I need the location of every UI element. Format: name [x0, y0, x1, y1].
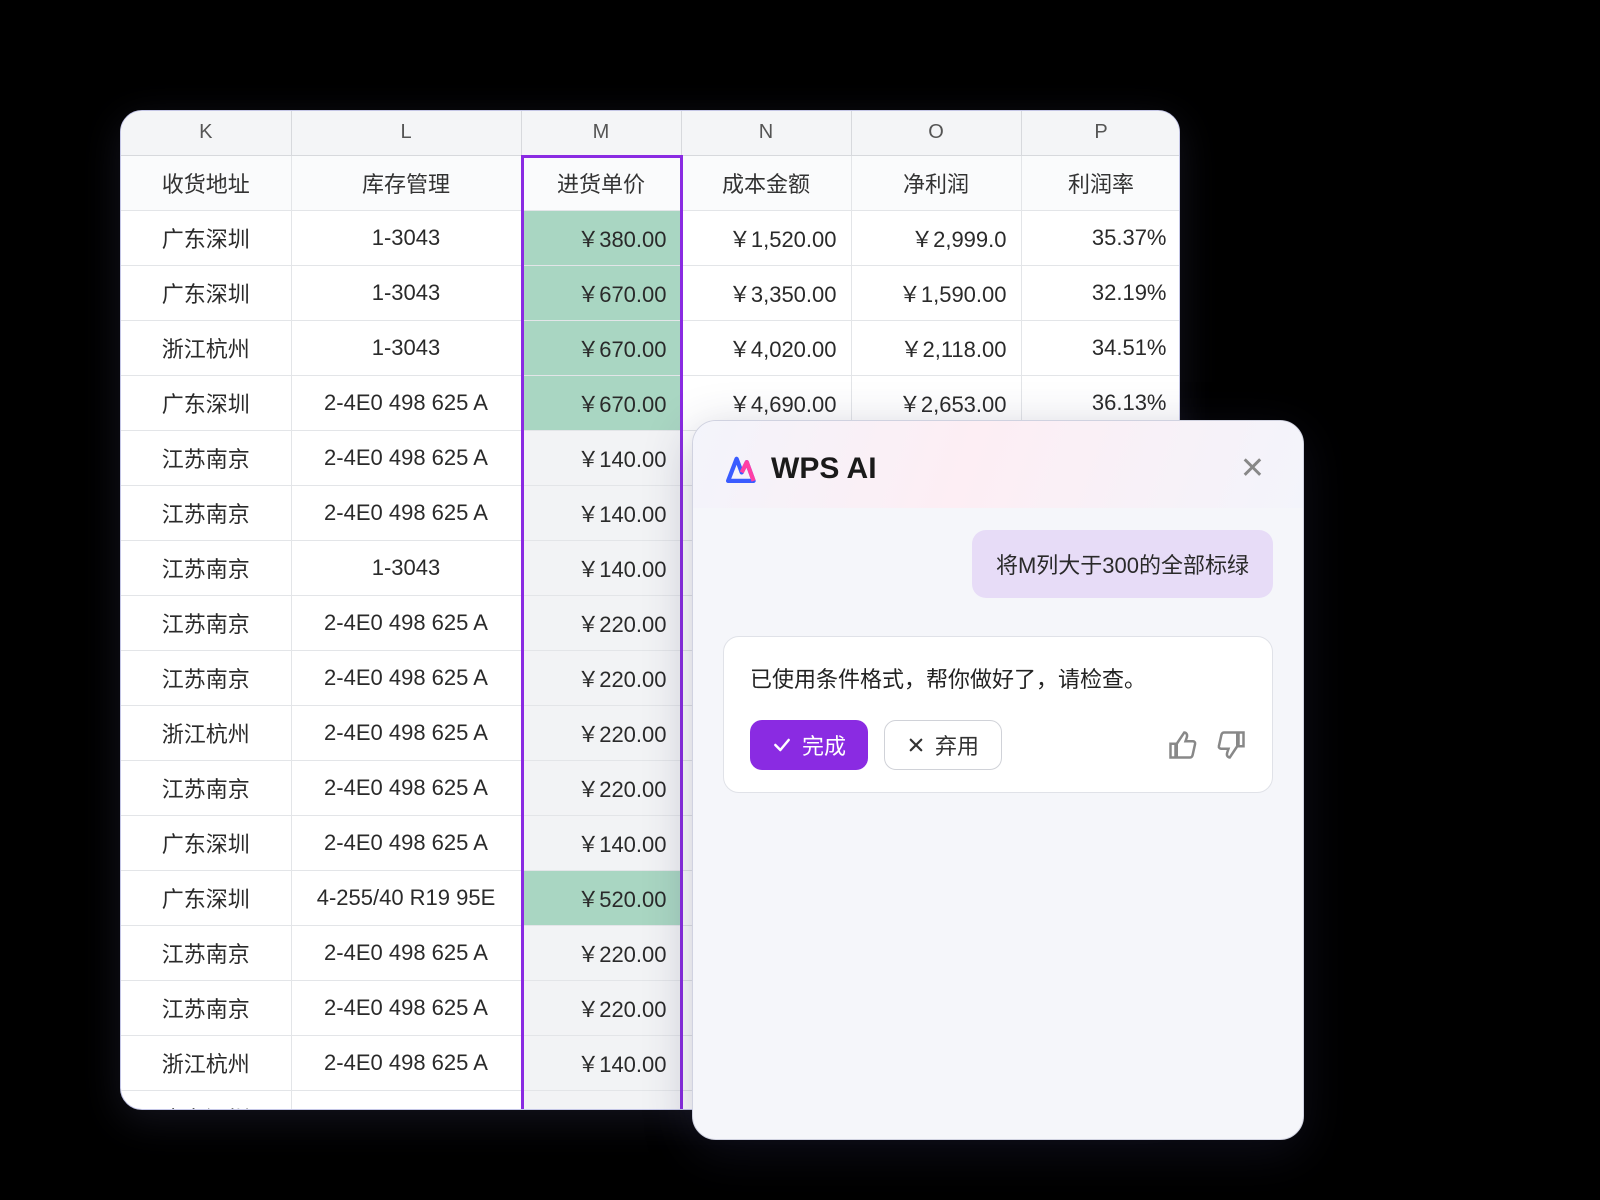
cell-inventory[interactable]: 2-4E0 498 625 A	[291, 595, 521, 650]
ai-reply-text: 已使用条件格式，帮你做好了，请检查。	[750, 663, 1246, 696]
cell-address[interactable]: 广东深圳	[121, 1090, 291, 1110]
check-icon	[772, 735, 792, 755]
cell-unit-price[interactable]: ￥380.00	[521, 210, 681, 265]
header-inventory[interactable]: 库存管理	[291, 155, 521, 210]
x-icon	[907, 736, 925, 754]
header-unit-price[interactable]: 进货单价	[521, 155, 681, 210]
cell-unit-price[interactable]: ￥670.00	[521, 320, 681, 375]
cell-cost[interactable]: ￥4,020.00	[681, 320, 851, 375]
cell-inventory[interactable]: 1-3043	[291, 1090, 521, 1110]
cell-unit-price[interactable]: ￥220.00	[521, 1090, 681, 1110]
cell-unit-price[interactable]: ￥140.00	[521, 815, 681, 870]
cell-inventory[interactable]: 2-4E0 498 625 A	[291, 980, 521, 1035]
cell-inventory[interactable]: 1-3043	[291, 320, 521, 375]
cell-address[interactable]: 江苏南京	[121, 760, 291, 815]
cell-unit-price[interactable]: ￥220.00	[521, 980, 681, 1035]
header-cost[interactable]: 成本金额	[681, 155, 851, 210]
ai-panel-header: WPS AI ✕	[693, 421, 1303, 508]
cell-address[interactable]: 江苏南京	[121, 595, 291, 650]
cell-profit[interactable]: ￥2,999.0	[851, 210, 1021, 265]
thumbs-up-icon[interactable]	[1168, 730, 1198, 760]
thumbs-down-icon[interactable]	[1216, 730, 1246, 760]
col-header-n[interactable]: N	[681, 111, 851, 155]
cell-profit[interactable]: ￥1,590.00	[851, 265, 1021, 320]
ai-title-text: WPS AI	[771, 452, 877, 486]
cell-unit-price[interactable]: ￥520.00	[521, 870, 681, 925]
cell-unit-price[interactable]: ￥220.00	[521, 650, 681, 705]
cell-margin[interactable]: 32.19%	[1021, 265, 1180, 320]
cell-address[interactable]: 广东深圳	[121, 210, 291, 265]
cell-address[interactable]: 江苏南京	[121, 430, 291, 485]
field-header-row: 收货地址 库存管理 进货单价 成本金额 净利润 利润率	[121, 155, 1180, 210]
done-button[interactable]: 完成	[750, 720, 868, 770]
cell-address[interactable]: 广东深圳	[121, 265, 291, 320]
cell-unit-price[interactable]: ￥140.00	[521, 540, 681, 595]
ai-reply-card: 已使用条件格式，帮你做好了，请检查。 完成 弃用	[723, 636, 1273, 793]
cell-address[interactable]: 广东深圳	[121, 375, 291, 430]
cell-unit-price[interactable]: ￥140.00	[521, 1035, 681, 1090]
ai-panel-title: WPS AI	[723, 452, 877, 486]
cell-address[interactable]: 江苏南京	[121, 650, 291, 705]
cell-inventory[interactable]: 2-4E0 498 625 A	[291, 815, 521, 870]
cell-address[interactable]: 广东深圳	[121, 870, 291, 925]
cell-inventory[interactable]: 2-4E0 498 625 A	[291, 1035, 521, 1090]
discard-button[interactable]: 弃用	[884, 720, 1002, 770]
cell-inventory[interactable]: 1-3043	[291, 265, 521, 320]
cell-unit-price[interactable]: ￥670.00	[521, 375, 681, 430]
cell-cost[interactable]: ￥1,520.00	[681, 210, 851, 265]
cell-inventory[interactable]: 2-4E0 498 625 A	[291, 485, 521, 540]
table-row: 广东深圳1-3043￥670.00￥3,350.00￥1,590.0032.19…	[121, 265, 1180, 320]
cell-unit-price[interactable]: ￥140.00	[521, 430, 681, 485]
col-header-p[interactable]: P	[1021, 111, 1180, 155]
cell-cost[interactable]: ￥3,350.00	[681, 265, 851, 320]
cell-inventory[interactable]: 2-4E0 498 625 A	[291, 760, 521, 815]
col-header-o[interactable]: O	[851, 111, 1021, 155]
cell-inventory[interactable]: 2-4E0 498 625 A	[291, 705, 521, 760]
table-row: 浙江杭州1-3043￥670.00￥4,020.00￥2,118.0034.51…	[121, 320, 1180, 375]
cell-inventory[interactable]: 2-4E0 498 625 A	[291, 375, 521, 430]
cell-unit-price[interactable]: ￥220.00	[521, 760, 681, 815]
cell-inventory[interactable]: 4-255/40 R19 95E	[291, 870, 521, 925]
cell-inventory[interactable]: 1-3043	[291, 210, 521, 265]
cell-unit-price[interactable]: ￥220.00	[521, 705, 681, 760]
cell-inventory[interactable]: 2-4E0 498 625 A	[291, 925, 521, 980]
header-address[interactable]: 收货地址	[121, 155, 291, 210]
cell-margin[interactable]: 35.37%	[1021, 210, 1180, 265]
user-prompt-bubble: 将M列大于300的全部标绿	[972, 530, 1273, 598]
table-row: 广东深圳1-3043￥380.00￥1,520.00￥2,999.035.37%	[121, 210, 1180, 265]
cell-unit-price[interactable]: ￥220.00	[521, 595, 681, 650]
cell-profit[interactable]: ￥2,118.00	[851, 320, 1021, 375]
done-label: 完成	[802, 729, 846, 761]
discard-label: 弃用	[935, 729, 979, 761]
feedback-buttons	[1168, 730, 1246, 760]
cell-inventory[interactable]: 2-4E0 498 625 A	[291, 650, 521, 705]
cell-margin[interactable]: 34.51%	[1021, 320, 1180, 375]
col-header-k[interactable]: K	[121, 111, 291, 155]
header-profit[interactable]: 净利润	[851, 155, 1021, 210]
cell-address[interactable]: 江苏南京	[121, 980, 291, 1035]
wps-ai-panel: WPS AI ✕ 将M列大于300的全部标绿 已使用条件格式，帮你做好了，请检查…	[692, 420, 1304, 1140]
column-letter-row: K L M N O P	[121, 111, 1180, 155]
cell-inventory[interactable]: 1-3043	[291, 540, 521, 595]
cell-address[interactable]: 江苏南京	[121, 925, 291, 980]
cell-address[interactable]: 浙江杭州	[121, 1035, 291, 1090]
cell-unit-price[interactable]: ￥670.00	[521, 265, 681, 320]
col-header-l[interactable]: L	[291, 111, 521, 155]
close-icon[interactable]: ✕	[1232, 447, 1273, 490]
header-margin[interactable]: 利润率	[1021, 155, 1180, 210]
col-header-m[interactable]: M	[521, 111, 681, 155]
cell-address[interactable]: 江苏南京	[121, 540, 291, 595]
cell-address[interactable]: 广东深圳	[121, 815, 291, 870]
cell-inventory[interactable]: 2-4E0 498 625 A	[291, 430, 521, 485]
cell-unit-price[interactable]: ￥140.00	[521, 485, 681, 540]
cell-unit-price[interactable]: ￥220.00	[521, 925, 681, 980]
cell-address[interactable]: 浙江杭州	[121, 705, 291, 760]
wps-ai-logo-icon	[723, 452, 757, 486]
cell-address[interactable]: 浙江杭州	[121, 320, 291, 375]
cell-address[interactable]: 江苏南京	[121, 485, 291, 540]
